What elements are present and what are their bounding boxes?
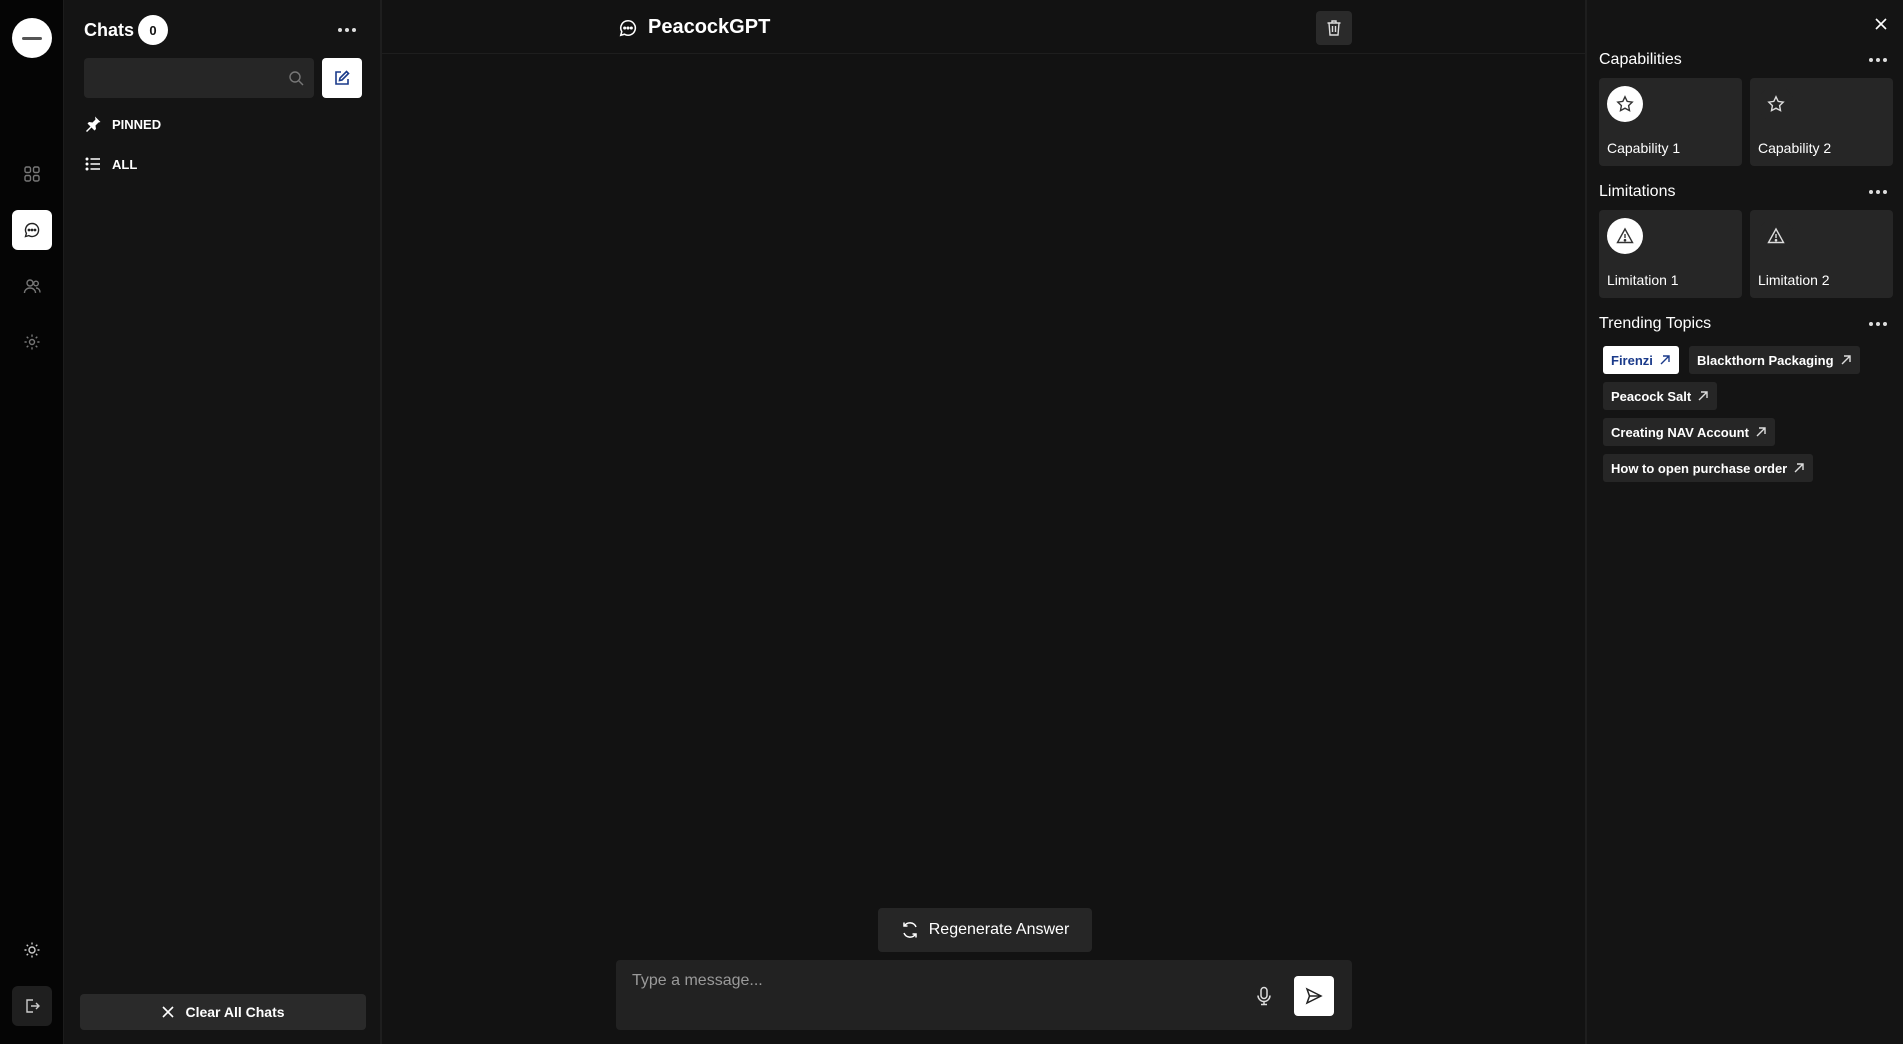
clear-all-chats-button[interactable]: Clear All Chats [80,994,366,1030]
topic-label: How to open purchase order [1611,460,1788,476]
capability-card[interactable]: Capability 1 [1599,78,1742,166]
rail-chats-button[interactable] [12,210,52,250]
topic-label: Peacock Salt [1611,388,1692,404]
edit-icon [335,70,350,85]
app-root: Chats 0 PINNED ALL Clear All Chats Peaco… [0,0,1903,1044]
topic-chip[interactable]: Peacock Salt [1603,382,1718,410]
sidebar-title: Chats [84,20,135,40]
logo-mark [22,36,42,40]
sun-icon [24,942,40,958]
limitations-more-button[interactable] [1865,182,1891,202]
capabilities-more-button[interactable] [1865,50,1891,70]
rail-settings-button[interactable] [12,322,52,362]
chat-count-badge: 0 [138,15,168,45]
message-composer [616,960,1352,1030]
chat-main: PeacockGPT Regenerate Answer [382,0,1585,1044]
limitation-label: Limitation 2 [1758,272,1830,288]
topic-label: Blackthorn Packaging [1697,352,1834,368]
message-input[interactable] [616,960,1246,1030]
close-panel-button[interactable] [1871,14,1891,34]
topic-chip[interactable]: Firenzi [1603,346,1679,374]
clear-all-chats-label: Clear All Chats [185,1004,285,1020]
limitation-card[interactable]: Limitation 1 [1599,210,1742,298]
chat-title-text: PeacockGPT [648,16,771,38]
sidebar-more-button[interactable] [334,18,360,42]
arrow-up-right-icon [1660,355,1670,365]
trending-more-button[interactable] [1865,314,1891,334]
rail-users-button[interactable] [12,266,52,306]
topic-label: Firenzi [1611,352,1653,368]
limitation-label: Limitation 1 [1607,272,1679,288]
new-chat-button[interactable] [322,58,362,98]
list-icon [85,157,100,171]
more-horizontal-icon [1869,190,1887,194]
limitation-card[interactable]: Limitation 2 [1750,210,1893,298]
arrow-up-right-icon [1756,427,1766,437]
left-rail [0,0,64,1044]
capability-card[interactable]: Capability 2 [1750,78,1893,166]
filter-all[interactable]: ALL [84,152,137,176]
send-message-button[interactable] [1294,976,1334,1016]
filter-pinned-label: PINNED [112,116,162,132]
chat-title: PeacockGPT [618,16,770,39]
warning-icon-badge [1607,218,1643,254]
capability-label: Capability 1 [1607,140,1681,156]
chat-bubble-icon [619,19,637,36]
topic-label: Creating NAV Account [1611,424,1749,440]
regenerate-answer-label: Regenerate Answer [928,921,1070,938]
close-icon [1875,18,1887,30]
star-icon [1767,95,1785,112]
logout-button[interactable] [12,986,52,1026]
microphone-icon [1257,986,1271,1006]
close-icon [162,1006,175,1018]
theme-toggle-button[interactable] [12,930,52,970]
arrow-up-right-icon [1794,463,1804,473]
trending-topics-title: Trending Topics [1599,315,1712,332]
topic-chip[interactable]: Creating NAV Account [1603,418,1775,446]
voice-input-button[interactable] [1252,984,1276,1008]
topic-chip[interactable]: How to open purchase order [1603,454,1814,482]
grid-icon [24,166,40,182]
pin-icon [86,116,101,132]
trash-icon [1327,20,1341,36]
regenerate-answer-button[interactable]: Regenerate Answer [878,908,1092,952]
chat-search-input[interactable] [84,58,314,98]
chat-list-sidebar: Chats 0 PINNED ALL Clear All Chats [64,0,382,1044]
warning-icon [1616,227,1634,244]
more-horizontal-icon [338,28,356,32]
search-icon[interactable] [288,70,304,86]
send-icon [1305,987,1323,1005]
logout-icon [26,999,40,1013]
more-horizontal-icon [1869,58,1887,62]
rail-dashboard-button[interactable] [12,154,52,194]
capability-label: Capability 2 [1758,140,1832,156]
arrow-up-right-icon [1841,355,1851,365]
warning-icon [1767,227,1785,244]
company-logo[interactable] [12,18,52,58]
chat-header: PeacockGPT [382,0,1585,54]
topic-chip[interactable]: Blackthorn Packaging [1689,346,1860,374]
arrow-up-right-icon [1698,391,1708,401]
refresh-icon [902,922,917,938]
delete-chat-button[interactable] [1316,11,1352,45]
star-icon-badge [1607,86,1643,122]
star-icon-badge [1758,86,1794,122]
info-panel: Capabilities Capability 1 Capability 2 L… [1585,0,1903,1044]
star-icon [1616,95,1634,112]
chat-bubble-icon [24,222,40,238]
limitations-title: Limitations [1599,183,1676,200]
users-icon [23,279,41,294]
filter-all-label: ALL [112,156,138,172]
capabilities-title: Capabilities [1599,51,1682,68]
more-horizontal-icon [1869,322,1887,326]
gear-icon [24,334,40,350]
warning-icon-badge [1758,218,1794,254]
filter-pinned[interactable]: PINNED [84,112,161,136]
chat-search [84,58,314,98]
